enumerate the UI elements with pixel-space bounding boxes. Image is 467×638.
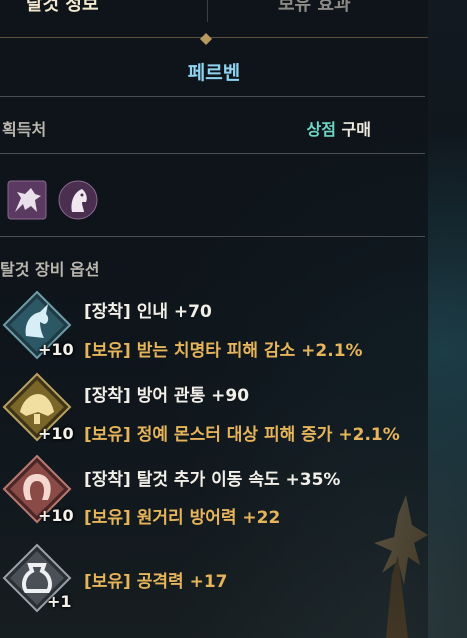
option-line: [보유] 받는 치명타 피해 감소 +2.1%: [84, 341, 363, 361]
shop-text[interactable]: 상점: [307, 120, 336, 139]
divider: [0, 153, 425, 154]
buy-text: 구매: [341, 120, 371, 139]
divider: [0, 236, 425, 237]
horse-head-icon[interactable]: [58, 180, 98, 220]
mount-silhouette-icon[interactable]: [7, 180, 47, 220]
divider: [0, 96, 425, 97]
option-line: [장착] 탈것 추가 이동 속도 +35%: [84, 470, 341, 490]
tab-owned-effects[interactable]: 보유 효과: [278, 0, 351, 16]
option-line: [장착] 방어 관통 +90: [84, 386, 250, 406]
acquisition-value: 상점 구매: [307, 116, 371, 140]
tab-bar: 탈것 정보 보유 효과: [0, 0, 428, 26]
option-line: [보유] 공격력 +17: [84, 572, 228, 592]
mount-info-panel: 탈것 정보 보유 효과 페르벤 획득처 상점 구매 탈것 장비 옵션 +10 […: [0, 0, 428, 638]
tab-mount-info[interactable]: 탈것 정보: [26, 0, 99, 16]
equipment-options-label: 탈것 장비 옵션: [0, 260, 100, 279]
option-level: +1: [47, 592, 72, 611]
option-level: +10: [38, 424, 74, 443]
tab-underline: [0, 37, 428, 38]
option-level: +10: [38, 340, 74, 359]
diamond-ornament-icon: [200, 33, 212, 45]
tab-divider: [207, 0, 208, 22]
option-level: +10: [38, 506, 74, 525]
mount-name-title: 페르벤: [187, 62, 241, 84]
acquisition-label: 획득처: [2, 120, 47, 139]
option-line: [보유] 원거리 방어력 +22: [84, 508, 281, 528]
option-line: [장착] 인내 +70: [84, 302, 212, 322]
option-line: [보유] 정예 몬스터 대상 피해 증가 +2.1%: [84, 425, 400, 445]
